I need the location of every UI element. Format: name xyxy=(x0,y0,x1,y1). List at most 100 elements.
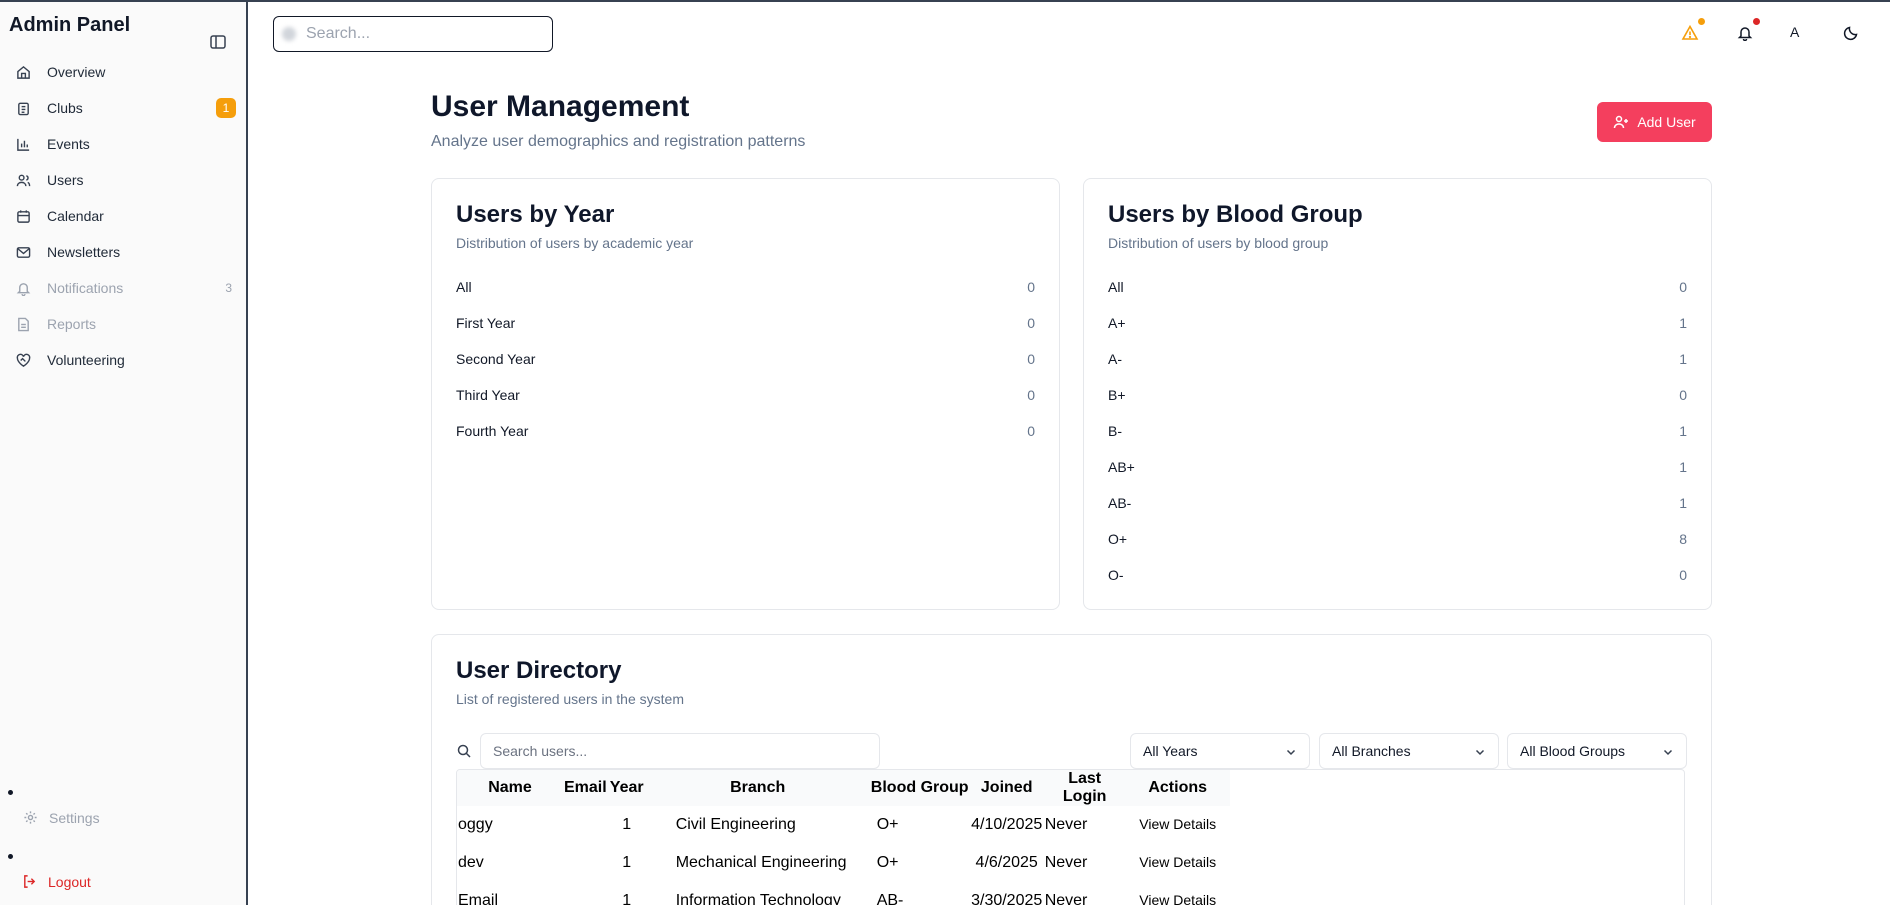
avatar[interactable]: A xyxy=(1790,24,1799,40)
column-header[interactable]: Last Login xyxy=(1044,770,1126,806)
sidebar-item-label: Calendar xyxy=(47,208,104,224)
column-header[interactable]: Blood Group xyxy=(870,770,970,806)
global-search[interactable] xyxy=(273,16,553,52)
column-header[interactable]: Joined xyxy=(970,770,1044,806)
list-item: B+ 0 xyxy=(1108,387,1687,423)
sidebar-item-notifications[interactable]: Notifications 3 xyxy=(8,270,240,306)
bell-icon[interactable] xyxy=(1736,18,1760,42)
cell-name: Email xyxy=(458,892,499,905)
list-item: O+ 8 xyxy=(1108,531,1687,567)
cell-blood-group: O+ xyxy=(876,854,899,871)
cell-year: 1 xyxy=(622,892,632,905)
sidebar-item-reports[interactable]: Reports xyxy=(8,306,240,342)
sidebar-item-clubs[interactable]: Clubs 1 xyxy=(8,90,240,126)
view-details-button[interactable]: View Details xyxy=(1139,854,1216,870)
logout-icon xyxy=(22,874,38,890)
logout-link[interactable]: Logout xyxy=(22,874,91,890)
card-subtitle: Distribution of users by blood group xyxy=(1108,235,1329,251)
view-details-button[interactable]: View Details xyxy=(1139,816,1216,832)
select-value: All Branches xyxy=(1332,743,1411,759)
list-item: B- 1 xyxy=(1108,423,1687,459)
sidebar-item-label: Users xyxy=(47,172,84,188)
cell-year: 1 xyxy=(622,854,632,871)
warning-indicator xyxy=(1698,18,1705,25)
moon-icon[interactable] xyxy=(1842,24,1860,42)
home-icon xyxy=(15,64,31,80)
blood-group-filter-select[interactable]: All Blood Groups xyxy=(1507,733,1687,769)
settings-link[interactable]: Settings xyxy=(23,810,100,826)
table-row: Email 1 Information Technology AB- 3/30/… xyxy=(457,882,1230,905)
sidebar-item-overview[interactable]: Overview xyxy=(8,54,240,90)
cell-email xyxy=(563,882,608,905)
cell-email xyxy=(563,806,608,844)
list-item: First Year 0 xyxy=(456,315,1035,351)
file-text-icon xyxy=(15,316,31,332)
page-subtitle: Analyze user demographics and registrati… xyxy=(431,133,806,150)
settings-label: Settings xyxy=(49,810,100,826)
chevron-down-icon xyxy=(1663,749,1673,756)
sidebar-item-volunteering[interactable]: Volunteering xyxy=(8,342,240,378)
sidebar-item-label: Newsletters xyxy=(47,244,121,260)
stat-value: 0 xyxy=(1027,279,1035,295)
cell-last-login: Never xyxy=(1044,854,1088,871)
sidebar-toggle-icon[interactable] xyxy=(209,33,227,51)
stat-label: AB+ xyxy=(1108,459,1135,475)
search-icon xyxy=(282,27,296,41)
blood-stat-list: All 0 A+ 1 A- 1 B+ 0 B- 1 AB+ 1 AB- 1 O+ 8 O- 0 xyxy=(1108,279,1687,603)
users-by-year-card: Users by Year Distribution of users by a… xyxy=(431,178,1060,610)
card-subtitle: List of registered users in the system xyxy=(456,691,684,707)
user-table: Name Email Year Branch Blood Group Joine… xyxy=(457,770,1230,905)
stat-value: 1 xyxy=(1679,459,1687,475)
list-item: All 0 xyxy=(1108,279,1687,315)
stat-value: 1 xyxy=(1679,351,1687,367)
stat-label: Fourth Year xyxy=(456,423,529,439)
column-header[interactable]: Email xyxy=(563,770,608,806)
column-header[interactable]: Actions xyxy=(1126,770,1230,806)
cell-last-login: Never xyxy=(1044,816,1088,833)
mail-icon xyxy=(15,244,31,260)
column-header[interactable]: Branch xyxy=(646,770,870,806)
year-stat-list: All 0 First Year 0 Second Year 0 Third Year… xyxy=(456,279,1035,459)
sidebar-title: Admin Panel xyxy=(9,14,131,36)
sidebar-item-events[interactable]: Events xyxy=(8,126,240,162)
sidebar-item-calendar[interactable]: Calendar xyxy=(8,198,240,234)
sidebar-item-label: Notifications xyxy=(47,280,124,296)
directory-search-input[interactable] xyxy=(480,733,880,769)
sidebar: Admin Panel Overview Clubs 1 Events User… xyxy=(0,0,248,905)
stat-label: A+ xyxy=(1108,315,1126,331)
year-filter-select[interactable]: All Years xyxy=(1130,733,1310,769)
sidebar-item-label: Clubs xyxy=(47,100,83,116)
select-value: All Years xyxy=(1143,743,1198,759)
add-user-button[interactable]: Add User xyxy=(1597,102,1712,142)
warning-icon[interactable] xyxy=(1681,18,1705,42)
sidebar-item-users[interactable]: Users xyxy=(8,162,240,198)
sidebar-item-newsletters[interactable]: Newsletters xyxy=(8,234,240,270)
page-title: User Management xyxy=(431,90,690,123)
stat-value: 0 xyxy=(1027,423,1035,439)
cell-year: 1 xyxy=(622,816,632,833)
stat-label: B+ xyxy=(1108,387,1126,403)
stat-label: All xyxy=(1108,279,1124,295)
cell-email xyxy=(563,844,608,882)
sidebar-item-label: Events xyxy=(47,136,90,152)
stat-value: 0 xyxy=(1027,351,1035,367)
card-title: User Directory xyxy=(456,657,622,684)
sidebar-item-label: Volunteering xyxy=(47,352,125,368)
list-item: O- 0 xyxy=(1108,567,1687,603)
user-directory-card: User Directory List of registered users … xyxy=(431,634,1712,905)
stat-value: 1 xyxy=(1679,495,1687,511)
stat-value: 1 xyxy=(1679,315,1687,331)
branch-filter-select[interactable]: All Branches xyxy=(1319,733,1499,769)
stat-label: A- xyxy=(1108,351,1122,367)
add-user-label: Add User xyxy=(1637,114,1696,130)
global-search-input[interactable] xyxy=(306,25,536,43)
stat-value: 0 xyxy=(1027,387,1035,403)
user-plus-icon xyxy=(1613,114,1629,130)
stat-value: 0 xyxy=(1679,279,1687,295)
stat-label: Third Year xyxy=(456,387,520,403)
cell-joined: 3/30/2025 xyxy=(971,892,1043,905)
view-details-button[interactable]: View Details xyxy=(1139,892,1216,905)
stat-label: Second Year xyxy=(456,351,536,367)
column-header[interactable]: Year xyxy=(608,770,646,806)
column-header[interactable]: Name xyxy=(457,770,563,806)
